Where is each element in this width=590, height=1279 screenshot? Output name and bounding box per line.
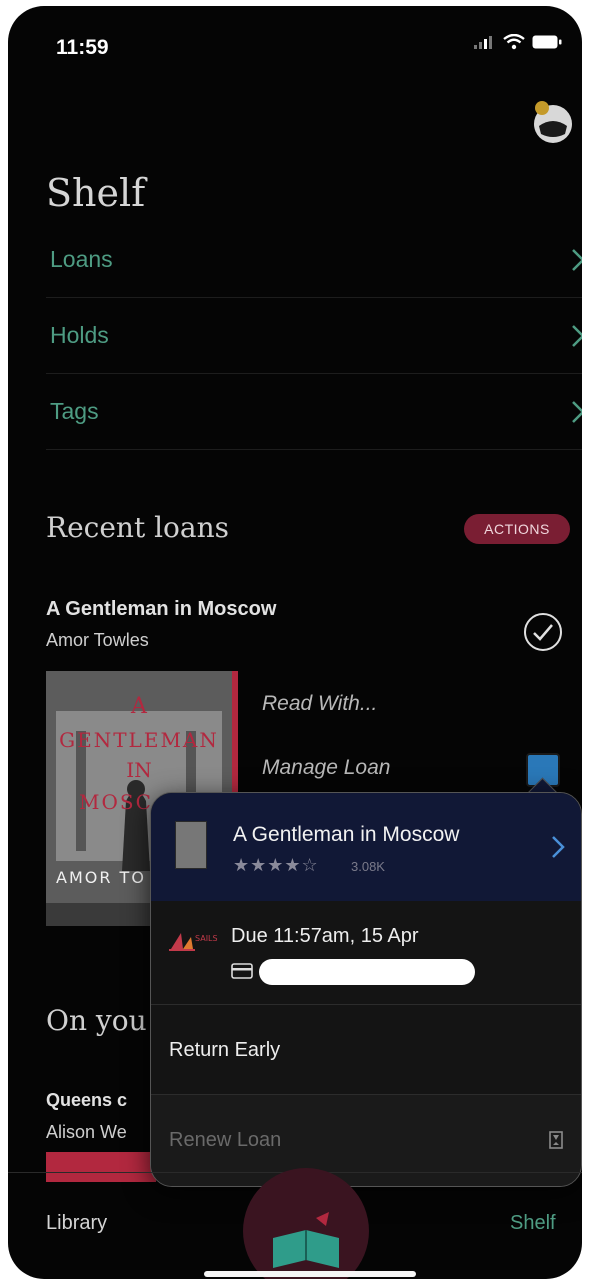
book-title[interactable]: Queens c	[46, 1090, 127, 1111]
cover-word-gentleman: GENTLEMAN	[59, 728, 219, 752]
cover-word-moscow: MOSC	[79, 790, 153, 814]
status-time: 11:59	[56, 36, 109, 59]
cover-word-in: IN	[126, 758, 151, 782]
hourglass-icon	[549, 1131, 563, 1149]
on-your-heading: On you	[46, 1004, 147, 1037]
return-early-label: Return Early	[169, 1039, 281, 1061]
book-cover[interactable]	[46, 1152, 156, 1182]
book-title[interactable]: A Gentleman in Moscow	[46, 598, 276, 621]
signal-icon	[474, 36, 492, 49]
read-with-item[interactable]: Read With...	[262, 692, 377, 716]
battery-icon	[532, 35, 562, 49]
recent-loans-heading: Recent loans	[46, 511, 229, 544]
due-date-text: Due 11:57am, 15 Apr	[231, 925, 419, 947]
book-author[interactable]: Alison We	[46, 1122, 127, 1143]
nav-holds-label: Holds	[50, 322, 109, 348]
popover-book-title: A Gentleman in Moscow	[233, 823, 460, 846]
cover-word-a: A	[130, 694, 148, 719]
chevron-right-icon	[572, 401, 582, 423]
nav-tags-label: Tags	[50, 398, 99, 424]
return-early-button[interactable]: Return Early	[151, 1005, 581, 1095]
book-author[interactable]: Amor Towles	[46, 630, 149, 651]
chevron-right-icon	[552, 836, 565, 858]
center-book-button[interactable]	[243, 1168, 369, 1279]
open-book-icon	[273, 1212, 339, 1268]
nav-holds[interactable]: Holds	[46, 298, 582, 374]
check-circle-icon[interactable]	[522, 611, 564, 653]
library-logo-icon: SAILS	[169, 933, 218, 951]
tab-library[interactable]: Library	[46, 1212, 107, 1235]
nav-loans[interactable]: Loans	[46, 222, 582, 298]
popover-book-header[interactable]: A Gentleman in Moscow ★★★★☆ 3.08K	[151, 793, 581, 901]
chevron-right-icon	[572, 249, 582, 271]
cover-author: AMOR TO	[56, 868, 146, 887]
library-card-icon	[231, 963, 253, 979]
loan-due-row: SAILS Due 11:57am, 15 Apr	[151, 901, 581, 1005]
library-logo-text: SAILS	[195, 934, 218, 943]
nav-tags[interactable]: Tags	[46, 374, 582, 450]
manage-loan-popover: A Gentleman in Moscow ★★★★☆ 3.08K SAILS …	[150, 792, 582, 1187]
chevron-right-icon	[572, 325, 582, 347]
actions-button[interactable]: ACTIONS	[464, 514, 570, 544]
profile-avatar-icon[interactable]	[529, 98, 575, 144]
tab-shelf[interactable]: Shelf	[510, 1212, 556, 1235]
nav-loans-label: Loans	[50, 246, 113, 272]
status-icons	[474, 34, 562, 50]
phone-screen: 11:59 Shelf Loans Holds Tags Recent loan…	[8, 6, 582, 1279]
rating-count: 3.08K	[351, 859, 385, 874]
wifi-icon	[503, 34, 525, 50]
popover-book-thumbnail	[175, 821, 207, 869]
redacted-card-number	[259, 959, 475, 985]
manage-loan-item[interactable]: Manage Loan	[262, 756, 390, 780]
renew-loan-label: Renew Loan	[169, 1129, 282, 1151]
rating-stars: ★★★★☆	[233, 855, 319, 875]
page-title: Shelf	[46, 171, 146, 215]
home-indicator[interactable]	[204, 1271, 416, 1277]
